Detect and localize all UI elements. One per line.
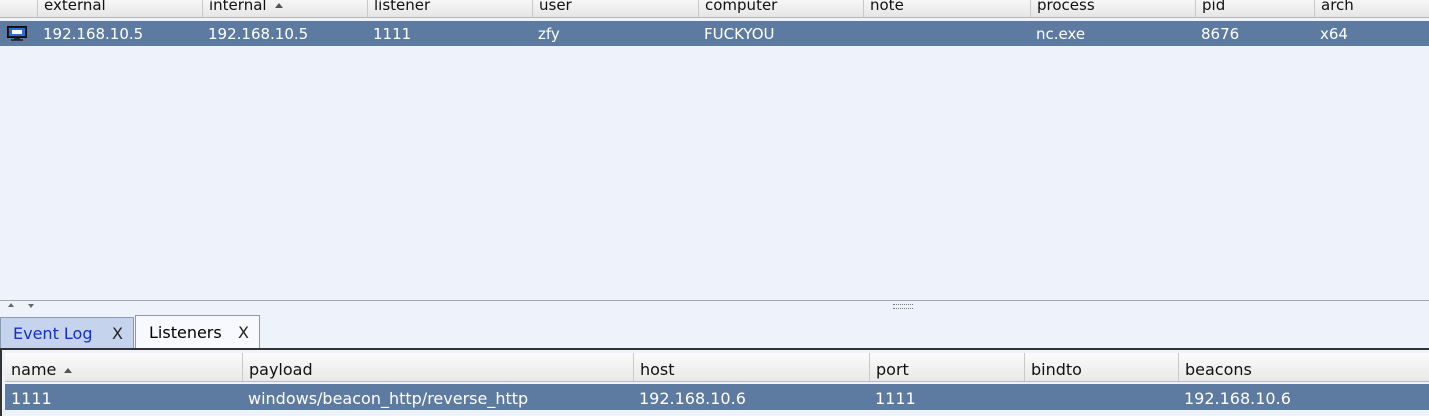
column-header-label: process: [1037, 0, 1095, 14]
listeners-header: name payload host port bindto beacons: [5, 353, 1429, 382]
cell-internal: 192.168.10.5: [208, 25, 309, 43]
column-header-label: beacons: [1185, 360, 1252, 379]
tab-close-button[interactable]: X: [238, 316, 249, 350]
column-header-external[interactable]: external: [37, 0, 202, 17]
tab-bar: Event Log X Listeners X: [0, 313, 1429, 350]
split-pane-divider[interactable]: [0, 300, 1429, 314]
cell-host: 192.168.10.6: [639, 389, 746, 408]
column-header-port[interactable]: port: [869, 353, 1024, 381]
column-header-note[interactable]: note: [863, 0, 1030, 17]
listeners-table: name payload host port bindto beacons 11…: [0, 348, 1429, 416]
column-header-label: internal: [209, 0, 267, 14]
collapse-up-arrow-icon[interactable]: [8, 303, 14, 307]
cell-port: 1111: [875, 389, 916, 408]
header-icon-column[interactable]: [0, 0, 37, 17]
cell-arch: x64: [1320, 25, 1348, 43]
sessions-header: external internal listener user computer…: [0, 0, 1429, 18]
cell-name: 1111: [11, 389, 52, 408]
tab-close-button[interactable]: X: [112, 318, 123, 349]
cell-bindto: [1024, 384, 1178, 410]
column-header-internal[interactable]: internal: [202, 0, 367, 17]
sort-ascending-icon: [64, 368, 73, 373]
column-header-label: payload: [249, 360, 313, 379]
collapse-down-arrow-icon[interactable]: [28, 304, 34, 308]
cell-payload: windows/beacon_http/reverse_http: [248, 389, 529, 408]
tab-event-log[interactable]: Event Log X: [0, 317, 134, 348]
monitor-icon: [7, 26, 27, 41]
column-header-label: bindto: [1031, 360, 1082, 379]
column-header-label: note: [870, 0, 904, 14]
column-header-beacons[interactable]: beacons: [1178, 353, 1429, 381]
cell-note: [863, 21, 1030, 46]
session-row[interactable]: 192.168.10.5 192.168.10.5 1111 zfy FUCKY…: [0, 21, 1429, 46]
drag-grip-icon[interactable]: [893, 304, 913, 309]
column-header-listener[interactable]: listener: [367, 0, 532, 17]
column-header-label: user: [539, 0, 572, 14]
column-header-arch[interactable]: arch: [1314, 0, 1429, 17]
column-header-computer[interactable]: computer: [698, 0, 863, 17]
cell-user: zfy: [538, 25, 560, 43]
tab-listeners[interactable]: Listeners X: [135, 315, 260, 350]
sessions-table: external internal listener user computer…: [0, 0, 1429, 300]
column-header-name[interactable]: name: [5, 353, 242, 381]
sort-ascending-icon: [274, 3, 283, 8]
listener-row[interactable]: 1111 windows/beacon_http/reverse_http 19…: [5, 384, 1429, 410]
column-header-label: external: [44, 0, 106, 14]
tab-label: Listeners: [149, 323, 222, 342]
column-header-payload[interactable]: payload: [242, 353, 633, 381]
cell-pid: 8676: [1201, 25, 1240, 43]
column-header-label: computer: [705, 0, 778, 14]
column-header-pid[interactable]: pid: [1195, 0, 1314, 17]
cell-beacons: 192.168.10.6: [1184, 389, 1291, 408]
column-header-user[interactable]: user: [532, 0, 698, 17]
column-header-label: name: [11, 360, 57, 379]
column-header-label: listener: [374, 0, 431, 14]
column-header-label: pid: [1202, 0, 1226, 14]
column-header-label: arch: [1321, 0, 1354, 14]
cell-process: nc.exe: [1036, 25, 1086, 43]
column-header-label: host: [640, 360, 675, 379]
cell-computer: FUCKYOU: [704, 25, 775, 43]
column-header-host[interactable]: host: [633, 353, 869, 381]
tab-label: Event Log: [13, 324, 93, 343]
column-header-bindto[interactable]: bindto: [1024, 353, 1178, 381]
column-header-label: port: [876, 360, 909, 379]
column-header-process[interactable]: process: [1030, 0, 1195, 17]
cell-listener: 1111: [373, 25, 412, 43]
cell-external: 192.168.10.5: [43, 25, 144, 43]
